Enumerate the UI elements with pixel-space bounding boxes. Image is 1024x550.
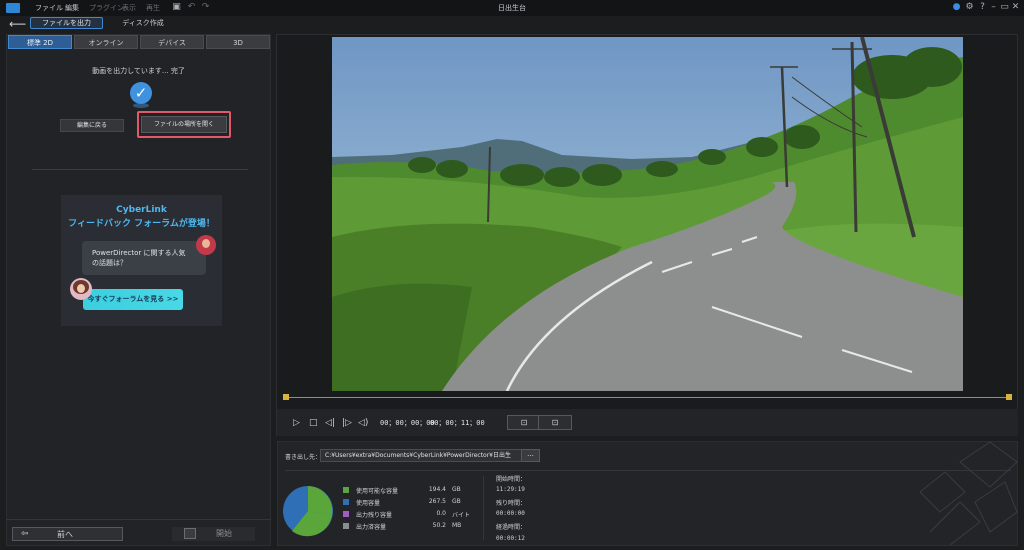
display-mode-icon[interactable]: ⊡ <box>538 415 572 430</box>
open-file-location-button[interactable]: ファイルの場所を開く <box>141 116 227 133</box>
speech-bubble: PowerDirector に関する人気 の話題は？ <box>82 241 206 275</box>
export-icon <box>184 528 196 539</box>
banner-title: CyberLink <box>116 205 167 215</box>
volume-icon[interactable]: ◁) <box>358 417 368 429</box>
mark-in-handle[interactable] <box>283 394 289 400</box>
legend-label-output: 出力済容量 <box>356 524 387 531</box>
legend-label-remaining: 出力残り容量 <box>356 512 393 519</box>
banner-subtitle: フィードバック フォーラムが登場！ <box>68 219 215 229</box>
start-time-label: 開始時間： <box>496 476 527 483</box>
back-arrow-icon: ⇦ <box>21 529 29 539</box>
output-path-field[interactable]: C:¥Users¥extra¥Documents¥CyberLink¥Power… <box>320 449 530 462</box>
legend-label-used: 使用容量 <box>356 500 381 507</box>
decorative-background <box>920 442 1017 545</box>
remaining-time-value: 00:00:00 <box>496 510 525 517</box>
disk-usage-pie-chart <box>283 486 333 537</box>
export-status-text: 動画を出力しています... 完了 <box>92 67 185 75</box>
legend-label-available: 使用可能な容量 <box>356 488 399 495</box>
previous-label: 前へ <box>57 530 73 539</box>
menu-bar: ファイル 編集 プラグイン 表示 再生 ▣ ↶ ↷ 日出生台 ● ⚙ ? – ▭… <box>0 0 1024 16</box>
current-timecode: 00；00；00；00 <box>380 419 435 427</box>
start-button[interactable]: 開始 <box>172 527 255 541</box>
tab-online[interactable]: オンライン <box>74 35 138 49</box>
stop-icon[interactable]: □ <box>309 417 318 429</box>
divider <box>32 169 248 170</box>
remaining-time-label: 残り時間： <box>496 500 527 507</box>
snapshot-icon[interactable]: ⊡ <box>507 415 541 430</box>
divider <box>285 470 1011 471</box>
view-forum-button[interactable]: 今すぐフォーラムを見る >> <box>83 289 183 310</box>
start-label: 開始 <box>216 529 232 538</box>
prev-frame-icon[interactable]: ◁| <box>325 417 335 429</box>
legend-unit-used: GB <box>452 498 461 505</box>
window-title: 日出生台 <box>498 4 526 12</box>
legend-swatch-output <box>343 523 349 529</box>
play-icon[interactable]: ▷ <box>293 417 300 429</box>
close-icon[interactable]: ✕ <box>1010 2 1021 13</box>
avatar-woman <box>70 278 92 300</box>
legend-value-available: 194.4 <box>428 486 446 493</box>
back-to-edit-button[interactable]: 編集に戻る <box>60 119 124 132</box>
settings-gear-icon[interactable]: ⚙ <box>964 2 975 13</box>
mark-out-handle[interactable] <box>1006 394 1012 400</box>
legend-unit-remaining: バイト <box>452 512 471 519</box>
legend-swatch-used <box>343 499 349 505</box>
start-time-value: 11:29:19 <box>496 486 525 493</box>
back-arrow-icon[interactable]: ⟵ <box>9 16 26 32</box>
elapsed-time-label: 経過時間： <box>496 524 527 531</box>
timeline-slider[interactable] <box>284 397 1010 398</box>
output-location-label: 書き出し先： <box>285 454 322 461</box>
bubble-line-2: の話題は？ <box>92 259 127 267</box>
account-icon[interactable]: ● <box>951 2 962 13</box>
minimize-icon[interactable]: – <box>988 2 999 13</box>
legend-value-output: 50.2 <box>432 522 446 529</box>
avatar-man <box>196 235 216 255</box>
legend-swatch-available <box>343 487 349 493</box>
preview-video-frame <box>332 37 963 391</box>
legend-unit-output: MB <box>452 522 462 529</box>
tab-export-file[interactable]: ファイルを出力 <box>30 17 103 29</box>
bubble-line-1: PowerDirector に関する人気 <box>92 249 186 257</box>
divider <box>6 519 271 520</box>
legend-value-remaining: 0.0 <box>436 510 446 517</box>
next-frame-icon[interactable]: |▷ <box>342 417 352 429</box>
maximize-icon[interactable]: ▭ <box>999 2 1010 13</box>
help-icon[interactable]: ? <box>977 2 988 13</box>
checkmark-icon: ✓ <box>130 82 152 104</box>
previous-button[interactable]: ⇦ 前へ <box>12 527 123 541</box>
duration-timecode: 00；00；11；00 <box>430 419 485 427</box>
browse-button[interactable]: ... <box>521 449 540 462</box>
pie-available-slice <box>308 486 333 515</box>
tab-standard-2d[interactable]: 標準 2D <box>8 35 72 49</box>
tab-device[interactable]: デバイス <box>140 35 204 49</box>
elapsed-time-value: 00:00:12 <box>496 535 525 542</box>
legend-value-used: 267.5 <box>428 498 446 505</box>
tab-create-disc[interactable]: ディスク作成 <box>113 17 173 29</box>
legend-unit-available: GB <box>452 486 461 493</box>
tab-3d[interactable]: 3D <box>206 35 270 49</box>
divider <box>483 476 484 540</box>
legend-swatch-remaining <box>343 511 349 517</box>
